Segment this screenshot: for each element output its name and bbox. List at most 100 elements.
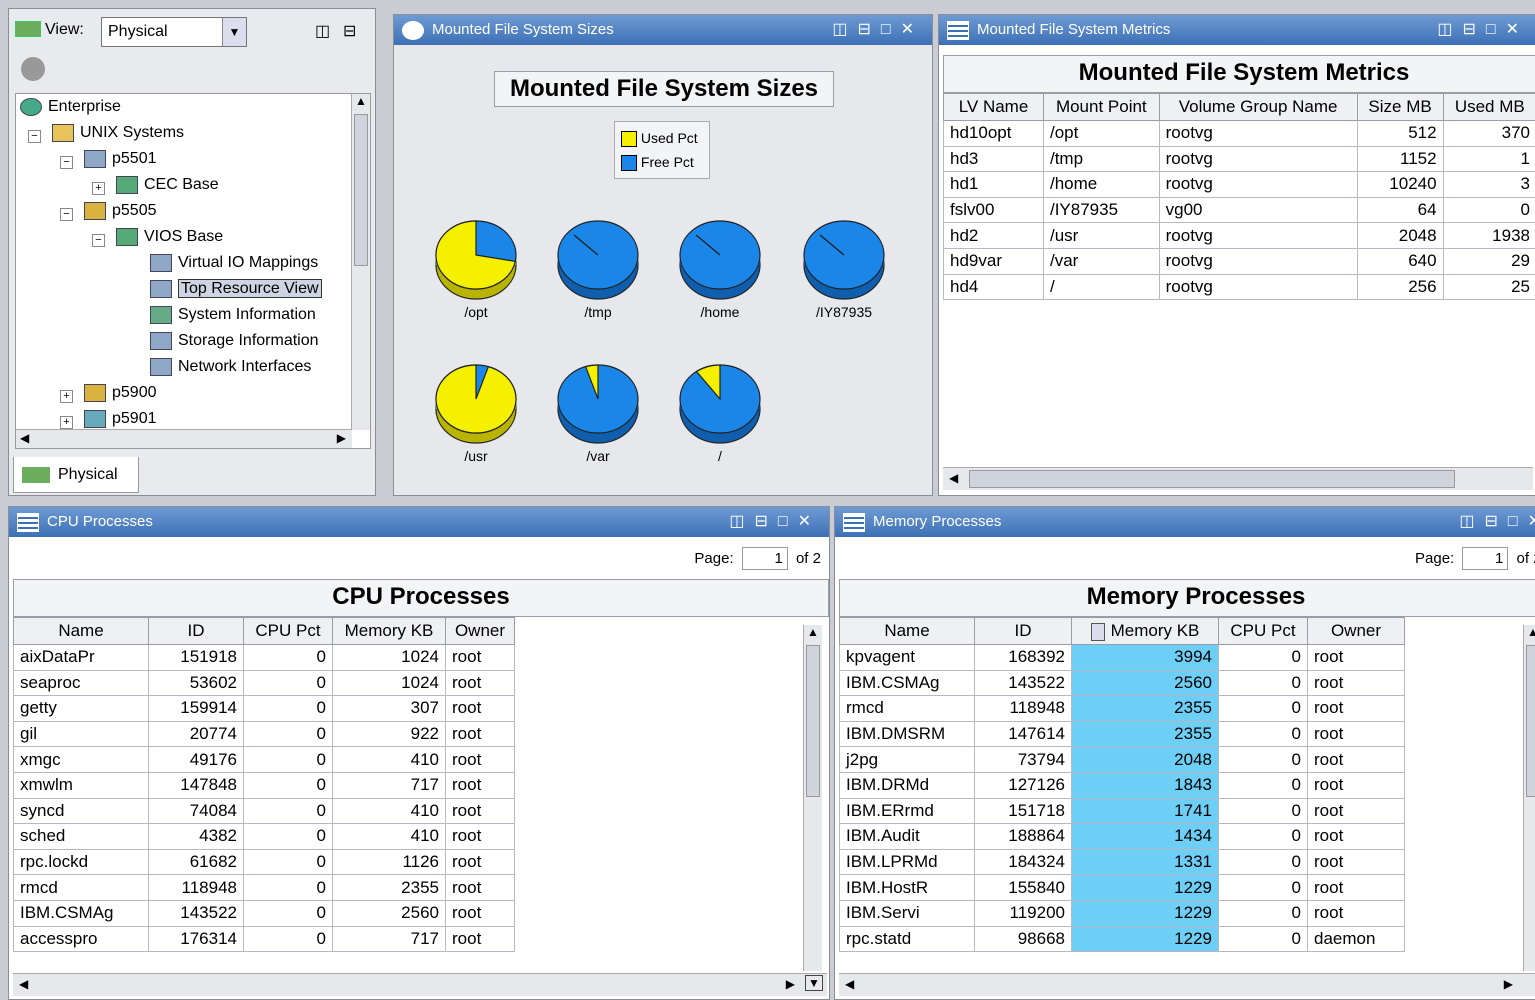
page-input[interactable]: 1 <box>1462 547 1509 570</box>
column-header[interactable]: CPU Pct <box>1218 617 1308 645</box>
tree-item-cec-base[interactable]: CEC Base <box>116 176 219 194</box>
tree-item-p5900[interactable]: p5900 <box>84 384 157 402</box>
memory-horizontal-scrollbar[interactable]: ◀ ▶ <box>839 973 1535 996</box>
metrics-horizontal-scrollbar[interactable]: ◀ <box>943 467 1533 490</box>
tree-item-vios-base[interactable]: VIOS Base <box>116 228 223 246</box>
scroll-end-icon[interactable]: ▼ <box>805 975 823 991</box>
scroll-thumb[interactable] <box>354 114 368 266</box>
tree-item-unix-systems[interactable]: UNIX Systems <box>52 124 184 142</box>
table-row[interactable]: IBM.Servi 119200 1229 0 root <box>839 899 1405 927</box>
table-row[interactable]: rpc.statd 98668 1229 0 daemon <box>839 925 1405 953</box>
table-row[interactable]: hd10opt/opt rootvg 512 370 <box>943 120 1535 147</box>
column-header[interactable]: Volume Group Name <box>1158 93 1358 121</box>
scroll-left-icon[interactable]: ◀ <box>19 977 28 991</box>
cpu-vertical-scrollbar[interactable]: ▲ <box>803 625 822 971</box>
tree-vertical-scrollbar[interactable]: ▲ <box>351 94 370 430</box>
split-vertical-icon[interactable]: ◫ <box>315 21 330 41</box>
tree-item-network-interfaces[interactable]: Network Interfaces <box>150 358 311 376</box>
scroll-left-icon[interactable]: ◀ <box>20 431 29 445</box>
table-row[interactable]: sched 4382 0 410 root <box>13 823 515 850</box>
scroll-thumb[interactable] <box>969 470 1455 488</box>
table-row[interactable]: hd9var/var rootvg 640 29 <box>943 247 1535 275</box>
column-header[interactable]: Memory KB <box>332 617 446 645</box>
scroll-right-icon[interactable]: ▶ <box>1504 977 1513 991</box>
column-header[interactable]: ID <box>974 617 1072 645</box>
scroll-up-icon[interactable]: ▲ <box>1524 625 1535 645</box>
table-row[interactable]: getty 159914 0 307 root <box>13 695 515 722</box>
column-header[interactable]: Name <box>13 617 149 645</box>
scroll-right-icon[interactable]: ▶ <box>337 431 346 445</box>
scroll-left-icon[interactable]: ◀ <box>949 471 958 485</box>
column-header[interactable]: LV Name <box>943 93 1044 121</box>
scroll-up-icon[interactable]: ▲ <box>804 625 822 645</box>
table-row[interactable]: xmgc 49176 0 410 root <box>13 746 515 773</box>
collapse-icon[interactable]: − <box>60 208 73 221</box>
view-select[interactable]: Physical ▼ <box>101 17 247 47</box>
tree-item-enterprise[interactable]: Enterprise <box>20 98 121 116</box>
table-row[interactable]: accesspro 176314 0 717 root <box>13 925 515 953</box>
scroll-right-icon[interactable]: ▶ <box>786 977 795 991</box>
cpu-titlebar[interactable]: CPU Processes ◫⊟□✕ <box>9 507 829 537</box>
tree-item-p5501[interactable]: p5501 <box>84 150 157 168</box>
tab-physical[interactable]: Physical <box>13 457 139 493</box>
table-row[interactable]: fslv00/IY87935 vg00 64 0 <box>943 196 1535 224</box>
table-row[interactable]: rmcd 118948 0 2355 root <box>13 874 515 901</box>
tree-item-system-information[interactable]: System Information <box>150 306 316 324</box>
split-horizontal-icon[interactable]: ⊟ <box>343 21 356 41</box>
scroll-up-icon[interactable]: ▲ <box>352 94 370 114</box>
tree-item-p5901[interactable]: p5901 <box>84 410 157 428</box>
table-row[interactable]: hd3/tmp rootvg 1152 1 <box>943 145 1535 173</box>
metrics-titlebar[interactable]: Mounted File System Metrics ◫⊟□✕ <box>939 15 1535 45</box>
table-row[interactable]: IBM.DRMd 127126 1843 0 root <box>839 771 1405 799</box>
tree-item-virtual-io-mappings[interactable]: Virtual IO Mappings <box>150 254 318 272</box>
tree-horizontal-scrollbar[interactable]: ◀ ▶ <box>16 429 352 448</box>
expand-icon[interactable]: + <box>60 416 73 429</box>
column-header[interactable]: Memory KB <box>1071 617 1219 645</box>
column-header[interactable]: Owner <box>1307 617 1405 645</box>
table-row[interactable]: hd1/home rootvg 10240 3 <box>943 171 1535 198</box>
table-row[interactable]: IBM.HostR 155840 1229 0 root <box>839 874 1405 901</box>
table-row[interactable]: IBM.Audit 188864 1434 0 root <box>839 823 1405 850</box>
collapse-icon[interactable]: − <box>60 156 73 169</box>
memory-vertical-scrollbar[interactable]: ▲ <box>1523 625 1535 971</box>
scroll-thumb[interactable] <box>1526 645 1535 797</box>
tree-item-storage-information[interactable]: Storage Information <box>150 332 319 350</box>
tree-item-p5505[interactable]: p5505 <box>84 202 157 220</box>
page-input[interactable]: 1 <box>741 547 788 570</box>
cpu-horizontal-scrollbar[interactable]: ◀ ▶ ▼ <box>13 973 827 996</box>
expand-icon[interactable]: + <box>60 390 73 403</box>
table-row[interactable]: hd4/rootvg 256 25 <box>943 273 1535 301</box>
column-header[interactable]: Owner <box>445 617 515 645</box>
window-controls[interactable]: ◫⊟□✕ <box>1459 511 1535 531</box>
table-row[interactable]: kpvagent 168392 3994 0 root <box>839 644 1405 671</box>
collapse-icon[interactable]: − <box>92 234 105 247</box>
table-row[interactable]: seaproc 53602 0 1024 root <box>13 669 515 697</box>
table-row[interactable]: IBM.CSMAg 143522 0 2560 root <box>13 899 515 927</box>
collapse-icon[interactable]: − <box>28 130 41 143</box>
table-row[interactable]: IBM.LPRMd 184324 1331 0 root <box>839 848 1405 876</box>
memory-titlebar[interactable]: Memory Processes ◫⊟□✕ <box>835 507 1535 537</box>
column-header[interactable]: CPU Pct <box>243 617 333 645</box>
chevron-down-icon[interactable]: ▼ <box>222 18 246 46</box>
tree-item-top-resource-view[interactable]: Top Resource View <box>150 279 322 299</box>
window-controls[interactable]: ◫⊟□✕ <box>1437 19 1529 39</box>
table-row[interactable]: hd2/usr rootvg 2048 1938 <box>943 222 1535 249</box>
table-row[interactable]: xmwlm 147848 0 717 root <box>13 771 515 799</box>
column-header[interactable]: Used MB <box>1442 93 1535 121</box>
scroll-left-icon[interactable]: ◀ <box>845 977 854 991</box>
window-controls[interactable]: ◫⊟□✕ <box>729 511 821 531</box>
table-row[interactable]: j2pg 73794 2048 0 root <box>839 746 1405 773</box>
table-row[interactable]: rmcd 118948 2355 0 root <box>839 695 1405 722</box>
column-header[interactable]: Mount Point <box>1042 93 1160 121</box>
table-row[interactable]: IBM.CSMAg 143522 2560 0 root <box>839 669 1405 697</box>
table-row[interactable]: rpc.lockd 61682 0 1126 root <box>13 848 515 876</box>
column-header[interactable]: ID <box>148 617 244 645</box>
table-row[interactable]: aixDataPr 151918 0 1024 root <box>13 644 515 671</box>
table-row[interactable]: syncd 74084 0 410 root <box>13 797 515 825</box>
sizes-titlebar[interactable]: Mounted File System Sizes ◫⊟□✕ <box>394 15 932 45</box>
column-header[interactable]: Size MB <box>1356 93 1444 121</box>
scroll-thumb[interactable] <box>806 645 820 797</box>
column-header[interactable]: Name <box>839 617 975 645</box>
table-row[interactable]: IBM.DMSRM 147614 2355 0 root <box>839 720 1405 748</box>
window-controls[interactable]: ◫⊟□✕ <box>832 19 924 39</box>
